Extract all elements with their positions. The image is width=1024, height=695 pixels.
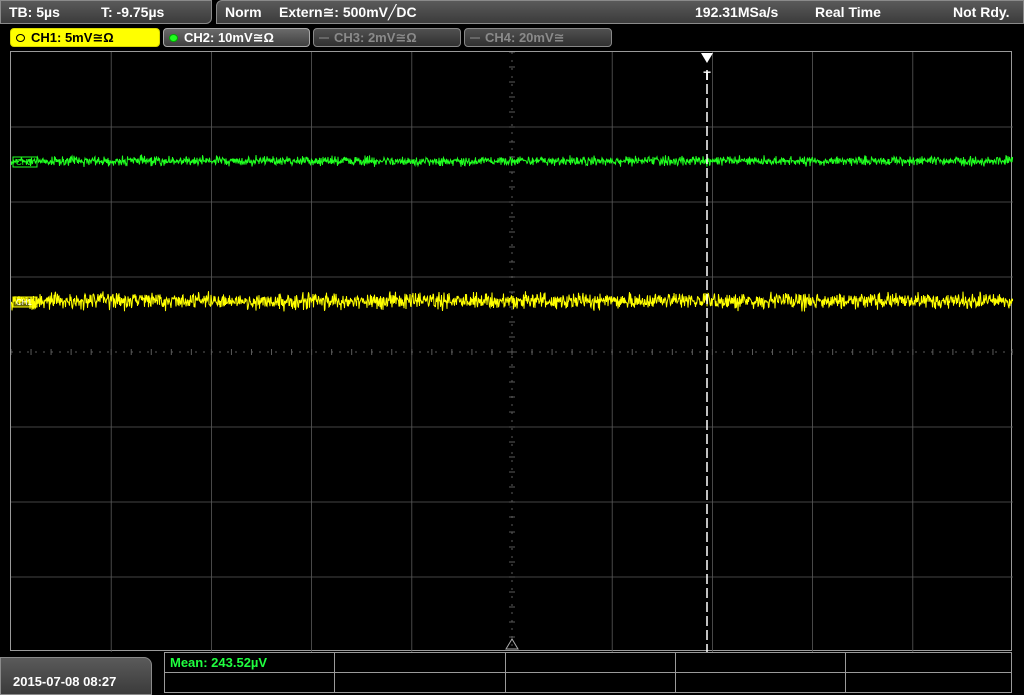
measurement-cell[interactable]: [505, 672, 676, 693]
status-bar: TB: 5µs T: -9.75µs Norm Extern≅: 500mV╱D…: [0, 0, 1024, 24]
channel-1-indicator-icon: [16, 34, 25, 42]
channel-3-indicator-icon: [319, 37, 329, 39]
channel-2-label: CH2: 10mV≅Ω: [184, 30, 274, 45]
trigger-marker-label: T: [703, 69, 711, 83]
channel-3-tab[interactable]: CH3: 2mV≅Ω: [313, 28, 461, 47]
timebase-panel[interactable]: TB: 5µs T: -9.75µs: [0, 0, 212, 24]
channel-4-tab[interactable]: CH4: 20mV≅: [464, 28, 612, 47]
measurement-cell[interactable]: [845, 672, 1012, 693]
measurement-cell[interactable]: [845, 652, 1012, 673]
trigger-source-label[interactable]: Extern≅: 500mV╱DC: [279, 4, 417, 21]
measurement-cell[interactable]: [505, 652, 676, 673]
channel-1-label: CH1: 5mV≅Ω: [31, 30, 114, 45]
waveform-display[interactable]: T CH2 CH1: [10, 51, 1013, 652]
waveform-canvas[interactable]: T CH2 CH1: [11, 52, 1013, 652]
graticule: [11, 52, 1013, 652]
measurement-cell[interactable]: [675, 652, 846, 673]
channel-2-marker-label: CH2: [16, 158, 33, 167]
channel-3-label: CH3: 2mV≅Ω: [334, 30, 417, 45]
measurement-cell[interactable]: [334, 652, 506, 673]
timebase-label[interactable]: TB: 5µs: [9, 4, 60, 20]
measurement-table: [164, 652, 1012, 694]
channel-4-label: CH4: 20mV≅: [485, 30, 565, 45]
measurement-cell[interactable]: [164, 672, 335, 693]
mean-measurement-value: Mean: 243.52µV: [170, 655, 268, 670]
trigger-time-label[interactable]: T: -9.75µs: [101, 4, 164, 20]
trigger-mode-label[interactable]: Norm: [225, 4, 262, 20]
channel-2-tab[interactable]: CH2: 10mV≅Ω: [163, 28, 310, 47]
channel-1-tab[interactable]: CH1: 5mV≅Ω: [10, 28, 160, 47]
trigger-position-marker-icon[interactable]: [701, 53, 713, 63]
channel-4-indicator-icon: [470, 37, 480, 39]
trigger-panel[interactable]: Norm Extern≅: 500mV╱DC 192.31MSa/s Real …: [216, 0, 1024, 24]
datetime-panel: 2015-07-08 08:27: [0, 657, 152, 695]
acquisition-mode-label[interactable]: Real Time: [815, 4, 881, 20]
acquisition-status-label: Not Rdy.: [953, 4, 1010, 20]
measurement-cell[interactable]: [334, 672, 506, 693]
channel-1-marker-label: CH1: [16, 298, 33, 307]
channel-2-indicator-icon: [169, 34, 178, 42]
sample-rate-label: 192.31MSa/s: [695, 4, 779, 20]
datetime-label: 2015-07-08 08:27: [13, 674, 117, 689]
measurement-cell[interactable]: [675, 672, 846, 693]
